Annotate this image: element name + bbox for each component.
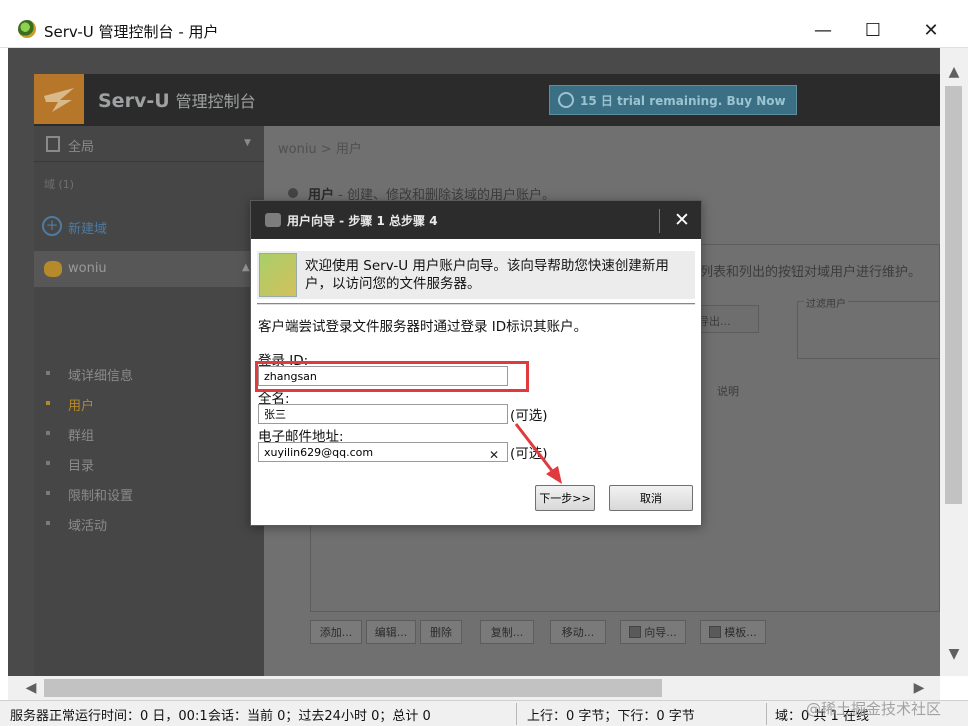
dialog-close-button[interactable]: ✕ [669,207,695,233]
scroll-down-icon[interactable]: ▼ [946,646,962,662]
status-uptime: 服务器正常运行时间：0 日，00:1 [10,709,208,724]
watermark: @稀土掘金技术社区 [806,700,942,718]
bullet-icon [46,401,50,405]
sidebar-item-directories[interactable]: 目录 [34,448,264,478]
status-separator [766,703,767,725]
global-label: 全局 [68,140,95,155]
filter-users-box[interactable]: 过滤用户 [797,295,947,359]
clear-email-icon[interactable]: ✕ [489,448,499,462]
wizard-user-icon [259,253,297,297]
filter-users-label: 过滤用户 [804,295,848,310]
dialog-title: 用户向导 - 步骤 1 总步骤 4 [287,214,438,228]
new-domain-button[interactable]: + 新建域 [34,214,264,240]
window-title: Serv-U 管理控制台 - 用户 [44,23,219,41]
domain-name: woniu [68,261,107,276]
wizard-icon [629,626,642,638]
plus-icon: + [42,216,62,236]
chevron-down-icon: ▼ [244,138,251,148]
serv-u-logo [34,74,84,124]
sidebar-item-users[interactable]: 用户 [34,388,264,418]
serv-u-app-icon [18,20,36,38]
sidebar: 全局 ▼ 域 (1) + 新建域 woniu ▲ 域详细信息 用户 群组 目录 [34,126,264,676]
welcome-text: 欢迎使用 Serv-U 用户账户向导。该向导帮助您快速创建新用户，以访问您的文件… [305,258,669,292]
bullet-icon [46,491,50,495]
add-user-button[interactable]: 添加... [310,620,362,644]
dialog-titlebar: 用户向导 - 步骤 1 总步骤 4 ✕ [251,201,701,239]
clock-icon [558,92,574,108]
sidebar-item-domain-activity[interactable]: 域活动 [34,508,264,538]
brand-subtitle: 管理控制台 [175,92,256,111]
scroll-up-icon[interactable]: ▲ [946,64,962,80]
sidebar-item-label: 限制和设置 [68,489,134,504]
sidebar-item-label: 域详细信息 [68,369,134,384]
wizard-button[interactable]: 向导... [620,620,686,644]
domain-count: 域 (1) [44,178,75,191]
template-button[interactable]: 模板... [700,620,766,644]
sidebar-item-groups[interactable]: 群组 [34,418,264,448]
sidebar-item-label: 域活动 [68,519,108,534]
copy-user-button[interactable]: 复制... [480,620,534,644]
sidebar-item-limits-settings[interactable]: 限制和设置 [34,478,264,508]
brand-name: Serv-U [98,90,170,112]
domain-icon [44,261,62,277]
user-icon [288,188,298,198]
sidebar-global-selector[interactable]: 全局 ▼ [34,126,264,162]
wizard-icon [265,213,281,227]
sidebar-item-label: 群组 [68,429,95,444]
console-header: Serv-U 管理控制台 15 日 trial remaining. Buy No… [34,74,940,126]
delete-user-button[interactable]: 删除 [420,620,462,644]
vertical-scroll-thumb[interactable] [945,86,962,504]
next-button[interactable]: 下一步>> [535,485,595,511]
sidebar-item-label: 目录 [68,459,95,474]
horizontal-scroll-thumb[interactable] [44,679,662,697]
wizard-label: 向导... [644,626,677,639]
template-icon [709,626,722,638]
wizard-welcome: 欢迎使用 Serv-U 用户账户向导。该向导帮助您快速创建新用户，以访问您的文件… [257,251,695,299]
brand-title: Serv-U 管理控制台 [98,88,256,112]
scroll-right-icon[interactable]: ▶ [910,679,928,697]
login-id-highlight [255,361,529,392]
sidebar-domain-woniu[interactable]: woniu ▲ [34,251,264,287]
titlebar-separator [659,209,660,233]
server-icon [46,136,60,152]
bullet-icon [46,371,50,375]
chevron-up-icon: ▲ [242,262,250,273]
horizontal-scrollbar[interactable]: ◀ ▶ [8,676,940,700]
trial-banner[interactable]: 15 日 trial remaining. Buy Now [549,85,797,115]
dialog-divider [257,303,695,305]
move-user-button[interactable]: 移动... [550,620,606,644]
bullet-icon [46,461,50,465]
bullet-icon [46,431,50,435]
login-explanation: 客户端尝试登录文件服务器时通过登录 ID标识其账户。 [258,319,588,335]
sidebar-item-domain-details[interactable]: 域详细信息 [34,358,264,388]
edit-user-button[interactable]: 编辑... [366,620,416,644]
trial-text: 15 日 trial remaining. Buy Now [580,93,786,108]
user-wizard-dialog: 用户向导 - 步骤 1 总步骤 4 ✕ 欢迎使用 Serv-U 用户账户向导。该… [250,200,702,526]
email-input[interactable] [258,442,508,462]
logo-emblem-icon [44,88,74,112]
full-name-input[interactable] [258,404,508,424]
scroll-left-icon[interactable]: ◀ [22,679,40,697]
column-header-description[interactable]: 说明 [717,383,739,399]
status-traffic: 上行：0 字节；下行：0 字节 [527,709,695,724]
close-window-button[interactable]: ✕ [908,14,954,46]
sidebar-item-label: 用户 [68,399,95,414]
window-titlebar: Serv-U 管理控制台 - 用户 — ☐ ✕ [0,0,968,48]
new-domain-label: 新建域 [68,222,108,237]
maximize-button[interactable]: ☐ [850,14,896,46]
vertical-scrollbar[interactable]: ▲ ▼ [940,48,968,676]
cancel-button[interactable]: 取消 [609,485,693,511]
status-separator [516,703,517,725]
template-label: 模板... [724,626,757,639]
full-name-optional: (可选) [510,408,548,424]
status-sessions: 会话：当前 0；过去24小时 0；总计 0 [208,709,431,724]
breadcrumb: woniu > 用户 [278,142,362,157]
bullet-icon [46,521,50,525]
minimize-button[interactable]: — [800,14,846,46]
email-optional: (可选) [510,446,548,462]
